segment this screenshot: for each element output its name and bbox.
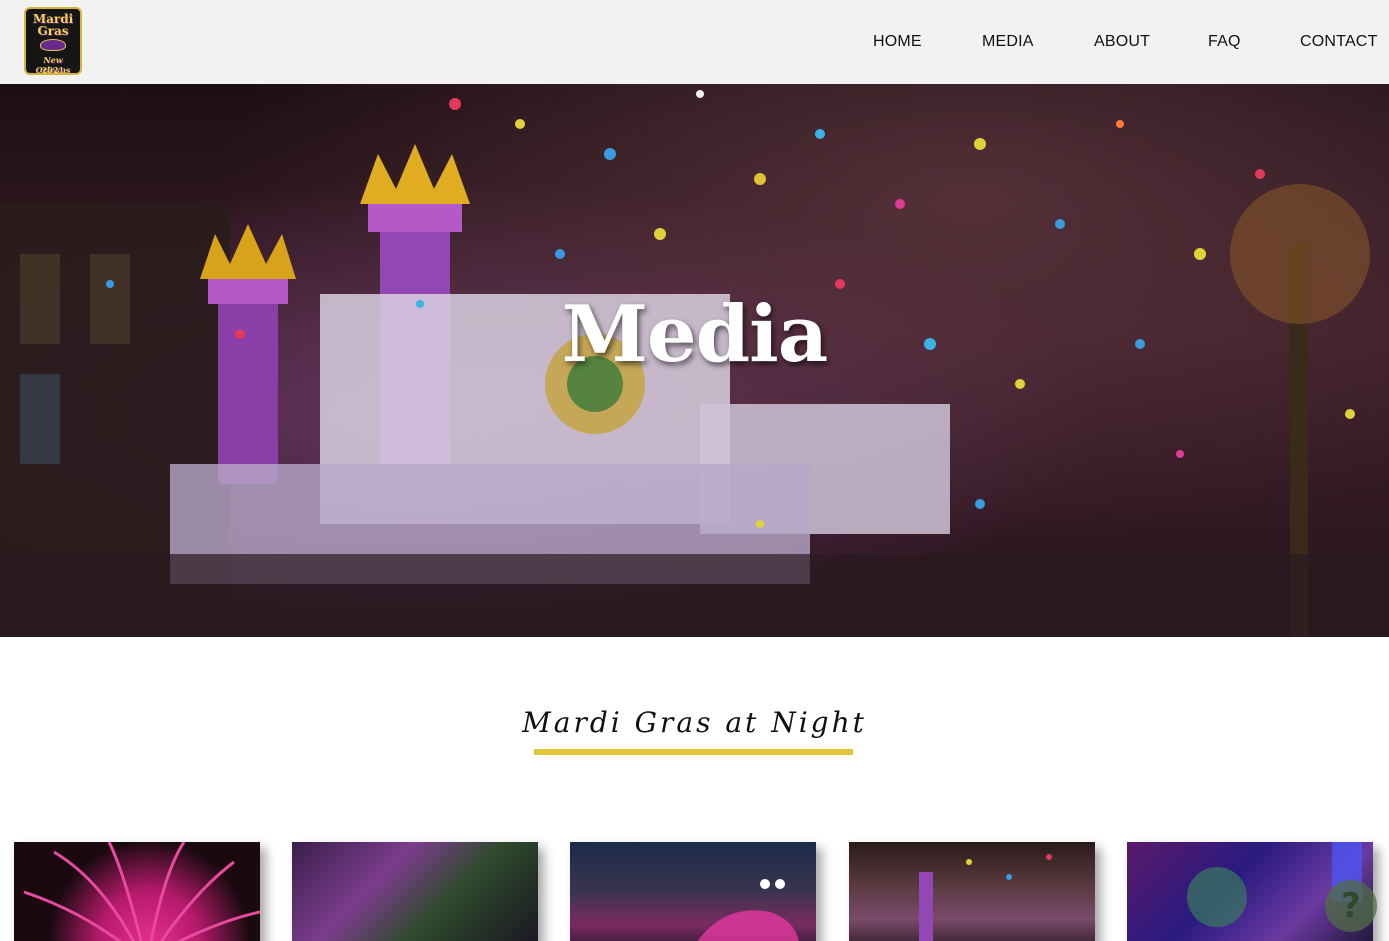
site-header: Mardi Gras New Orleans 2021 HOME MEDIA A… [0, 0, 1389, 84]
section-title: Mardi Gras at Night [522, 706, 867, 739]
gallery-thumb-parade-crowd[interactable] [292, 842, 538, 941]
mardi-gras-logo[interactable]: Mardi Gras New Orleans 2021 [24, 7, 82, 75]
hero-banner: Media [0, 84, 1389, 637]
nav-media[interactable]: MEDIA [982, 33, 1034, 51]
castle-float-image [919, 854, 1052, 941]
gallery-thumb-feather-costume[interactable] [14, 842, 260, 941]
section-title-underline [534, 749, 853, 755]
nav-faq[interactable]: FAQ [1208, 33, 1241, 51]
gallery-thumb-dragon-float[interactable] [570, 842, 816, 941]
dragon-float-image [697, 879, 799, 941]
nav-about[interactable]: ABOUT [1094, 33, 1150, 51]
help-question-icon[interactable]: ? [1325, 880, 1377, 932]
mask-icon [40, 39, 66, 51]
logo-text-line4: 2021 [41, 65, 65, 75]
nav-contact[interactable]: CONTACT [1300, 33, 1378, 51]
feather-costume-image [23, 842, 260, 941]
gallery-thumb-castle-float[interactable] [849, 842, 1095, 941]
logo-text-line2: Gras [37, 24, 69, 38]
hero-title: Media [561, 289, 829, 380]
nav-home[interactable]: HOME [873, 33, 922, 51]
